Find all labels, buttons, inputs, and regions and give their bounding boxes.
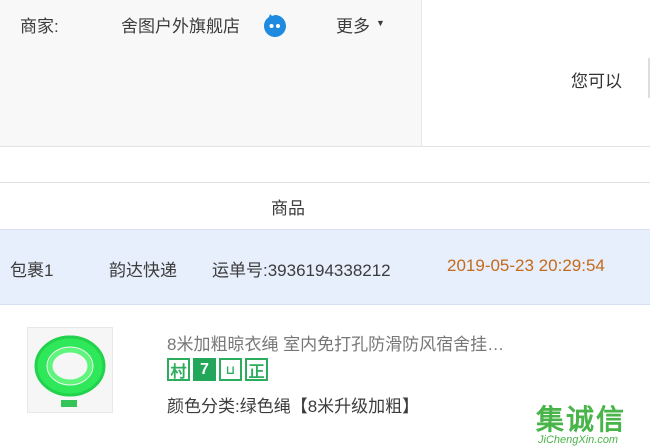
carrier-name: 韵达快递 [109, 261, 177, 280]
waybill-number: 运单号:3936194338212 [212, 261, 391, 280]
package-time: 2019-05-23 20:29:54 [447, 256, 605, 275]
chevron-down-icon[interactable]: ▼ [376, 18, 385, 28]
badge-seven-day-return: 7 [193, 358, 216, 381]
package-label: 包裹1 [10, 261, 54, 280]
watermark-logo: 集诚信 [536, 404, 627, 435]
header-divider [421, 0, 422, 146]
watermark: 集诚信 JiChengXin.com [533, 398, 650, 448]
wangwang-chat-icon[interactable] [262, 13, 288, 39]
product-title-link[interactable]: 8米加粗晾衣绳 室内免打孔防滑防风宿舍挂… [167, 330, 504, 355]
column-title-product: 商品 [271, 199, 305, 218]
merchant-label: 商家: [20, 17, 59, 36]
service-badges: 村 7 ⊔ 正 [167, 358, 268, 382]
badge-bag-icon: ⊔ [219, 358, 242, 381]
badge-village: 村 [167, 358, 190, 381]
product-thumbnail[interactable] [27, 327, 113, 413]
product-sku: 颜色分类:绿色绳【8米升级加粗】 [167, 397, 420, 416]
more-button[interactable]: 更多 [336, 12, 370, 37]
you-can-text: 您可以 [571, 72, 622, 91]
badge-genuine: 正 [245, 358, 268, 381]
merchant-name-link[interactable]: 舍图户外旗舰店 [121, 12, 240, 37]
table-header [0, 183, 650, 229]
watermark-url: JiChengXin.com [538, 434, 619, 446]
clothesline-image-icon [28, 328, 112, 412]
